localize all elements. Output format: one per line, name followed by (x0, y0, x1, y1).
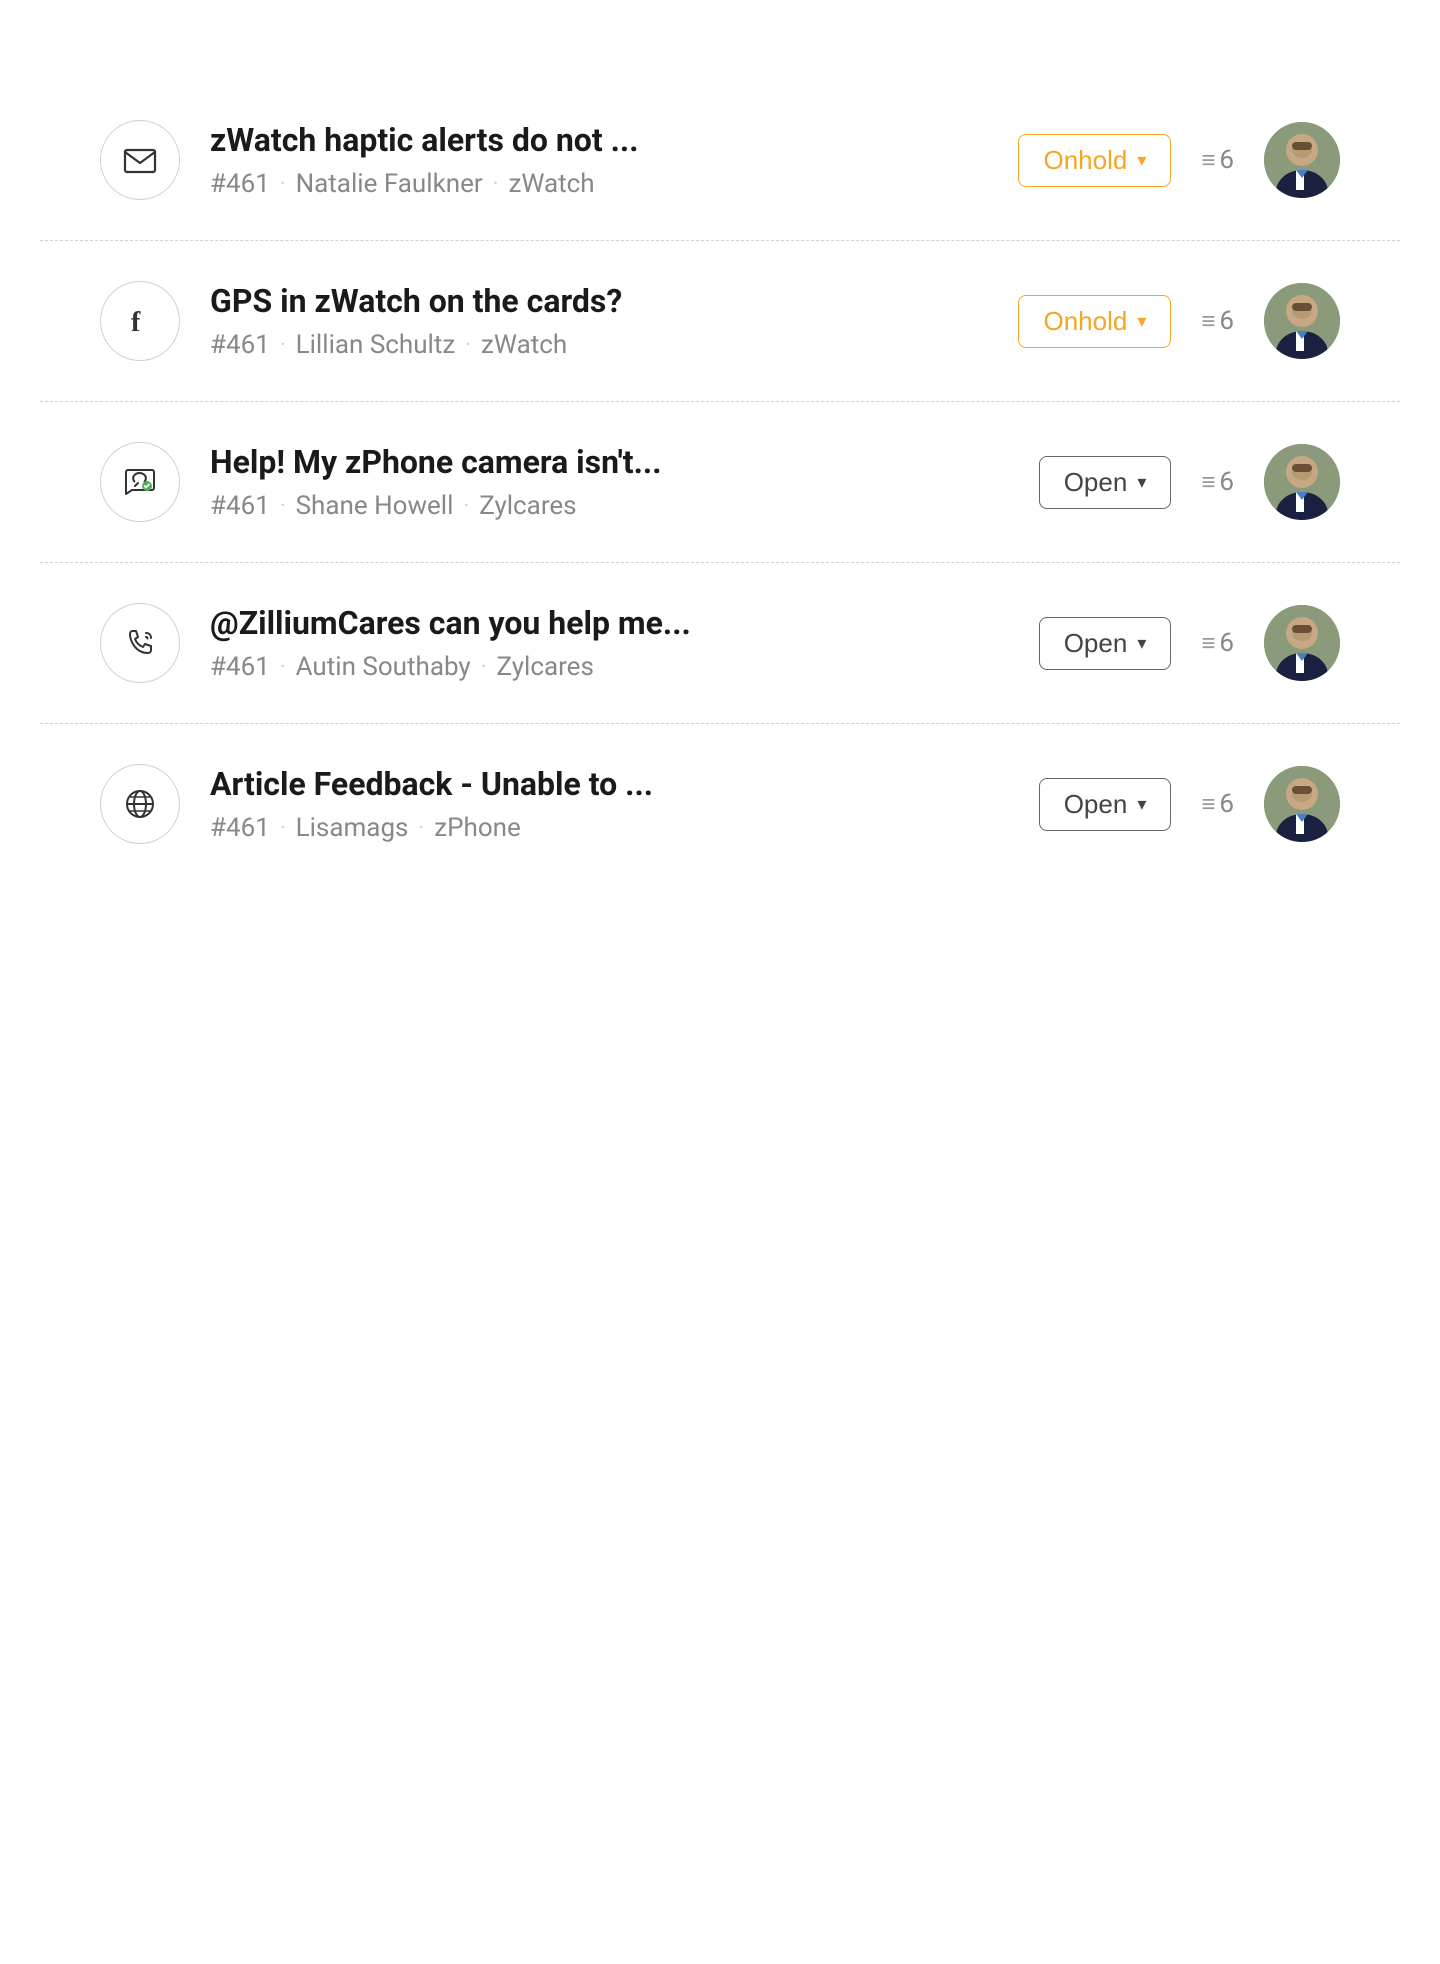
ticket-product: zWatch (508, 169, 594, 199)
ticket-meta: #461 · Autin Southaby · Zylcares (210, 652, 1009, 682)
ticket-number: #461 (210, 169, 270, 199)
status-label: Open (1064, 789, 1128, 820)
ticket-actions: Onhold ▾ ≡ 6 (1018, 283, 1340, 359)
count-number: 6 (1219, 467, 1234, 497)
status-badge[interactable]: Open ▾ (1039, 778, 1172, 831)
ticket-actions: Open ▾ ≡ 6 (1039, 605, 1340, 681)
ticket-info: Help! My zPhone camera isn't... #461 · S… (210, 443, 1009, 521)
ticket-number: #461 (210, 491, 270, 521)
ticket-item: @ZilliumCares can you help me... #461 · … (40, 563, 1400, 724)
count-number: 6 (1219, 306, 1234, 336)
ticket-meta: #461 · Lisamags · zPhone (210, 813, 1009, 843)
ticket-info: Article Feedback - Unable to ... #461 · … (210, 765, 1009, 843)
chevron-down-icon: ▾ (1137, 794, 1146, 815)
ticket-customer: Shane Howell (296, 491, 454, 521)
ticket-count: ≡ 6 (1201, 306, 1234, 336)
count-number: 6 (1219, 145, 1234, 175)
status-label: Open (1064, 467, 1128, 498)
ticket-actions: Open ▾ ≡ 6 (1039, 766, 1340, 842)
ticket-item: Article Feedback - Unable to ... #461 · … (40, 724, 1400, 884)
avatar (1264, 444, 1340, 520)
ticket-number: #461 (210, 330, 270, 360)
dot-separator: · (280, 333, 286, 358)
ticket-item: f GPS in zWatch on the cards? #461 · Lil… (40, 241, 1400, 402)
dot-separator: · (493, 172, 499, 197)
channel-icon-chat (100, 442, 180, 522)
lines-icon: ≡ (1201, 629, 1215, 658)
svg-text:f: f (131, 307, 141, 338)
lines-icon: ≡ (1201, 468, 1215, 497)
lines-icon: ≡ (1201, 790, 1215, 819)
ticket-title: zWatch haptic alerts do not ... (210, 121, 988, 159)
lines-icon: ≡ (1201, 307, 1215, 336)
ticket-info: zWatch haptic alerts do not ... #461 · N… (210, 121, 988, 199)
ticket-title: GPS in zWatch on the cards? (210, 282, 988, 320)
ticket-actions: Open ▾ ≡ 6 (1039, 444, 1340, 520)
avatar (1264, 122, 1340, 198)
count-number: 6 (1219, 789, 1234, 819)
ticket-info: GPS in zWatch on the cards? #461 · Lilli… (210, 282, 988, 360)
status-label: Onhold (1043, 306, 1127, 337)
status-label: Open (1064, 628, 1128, 659)
dot-separator: · (465, 333, 471, 358)
channel-icon-email (100, 120, 180, 200)
channel-icon-web (100, 764, 180, 844)
dot-separator: · (418, 816, 424, 841)
ticket-meta: #461 · Natalie Faulkner · zWatch (210, 169, 988, 199)
status-badge[interactable]: Onhold ▾ (1018, 295, 1171, 348)
ticket-count: ≡ 6 (1201, 628, 1234, 658)
ticket-customer: Autin Southaby (296, 652, 471, 682)
ticket-count: ≡ 6 (1201, 467, 1234, 497)
avatar (1264, 605, 1340, 681)
avatar (1264, 766, 1340, 842)
ticket-meta: #461 · Shane Howell · Zylcares (210, 491, 1009, 521)
status-badge[interactable]: Open ▾ (1039, 456, 1172, 509)
ticket-title: Article Feedback - Unable to ... (210, 765, 1009, 803)
ticket-item: Help! My zPhone camera isn't... #461 · S… (40, 402, 1400, 563)
chevron-down-icon: ▾ (1137, 311, 1146, 332)
dot-separator: · (280, 655, 286, 680)
ticket-product: zWatch (481, 330, 567, 360)
ticket-product: Zylcares (496, 652, 593, 682)
ticket-customer: Lillian Schultz (296, 330, 456, 360)
dot-separator: · (280, 172, 286, 197)
ticket-title: Help! My zPhone camera isn't... (210, 443, 1009, 481)
chevron-down-icon: ▾ (1137, 633, 1146, 654)
ticket-customer: Lisamags (296, 813, 409, 843)
ticket-info: @ZilliumCares can you help me... #461 · … (210, 604, 1009, 682)
ticket-number: #461 (210, 813, 270, 843)
chevron-down-icon: ▾ (1137, 472, 1146, 493)
chevron-down-icon: ▾ (1137, 150, 1146, 171)
status-badge[interactable]: Onhold ▾ (1018, 134, 1171, 187)
ticket-title: @ZilliumCares can you help me... (210, 604, 1009, 642)
channel-icon-phone (100, 603, 180, 683)
dot-separator: · (481, 655, 487, 680)
ticket-product: zPhone (434, 813, 521, 843)
dot-separator: · (280, 816, 286, 841)
dot-separator: · (463, 494, 469, 519)
ticket-customer: Natalie Faulkner (296, 169, 483, 199)
status-badge[interactable]: Open ▾ (1039, 617, 1172, 670)
count-number: 6 (1219, 628, 1234, 658)
ticket-item: zWatch haptic alerts do not ... #461 · N… (40, 80, 1400, 241)
status-label: Onhold (1043, 145, 1127, 176)
avatar (1264, 283, 1340, 359)
channel-icon-facebook: f (100, 281, 180, 361)
ticket-actions: Onhold ▾ ≡ 6 (1018, 122, 1340, 198)
ticket-meta: #461 · Lillian Schultz · zWatch (210, 330, 988, 360)
ticket-number: #461 (210, 652, 270, 682)
ticket-count: ≡ 6 (1201, 789, 1234, 819)
ticket-count: ≡ 6 (1201, 145, 1234, 175)
ticket-list: zWatch haptic alerts do not ... #461 · N… (0, 0, 1440, 964)
ticket-product: Zylcares (479, 491, 576, 521)
dot-separator: · (280, 494, 286, 519)
lines-icon: ≡ (1201, 146, 1215, 175)
